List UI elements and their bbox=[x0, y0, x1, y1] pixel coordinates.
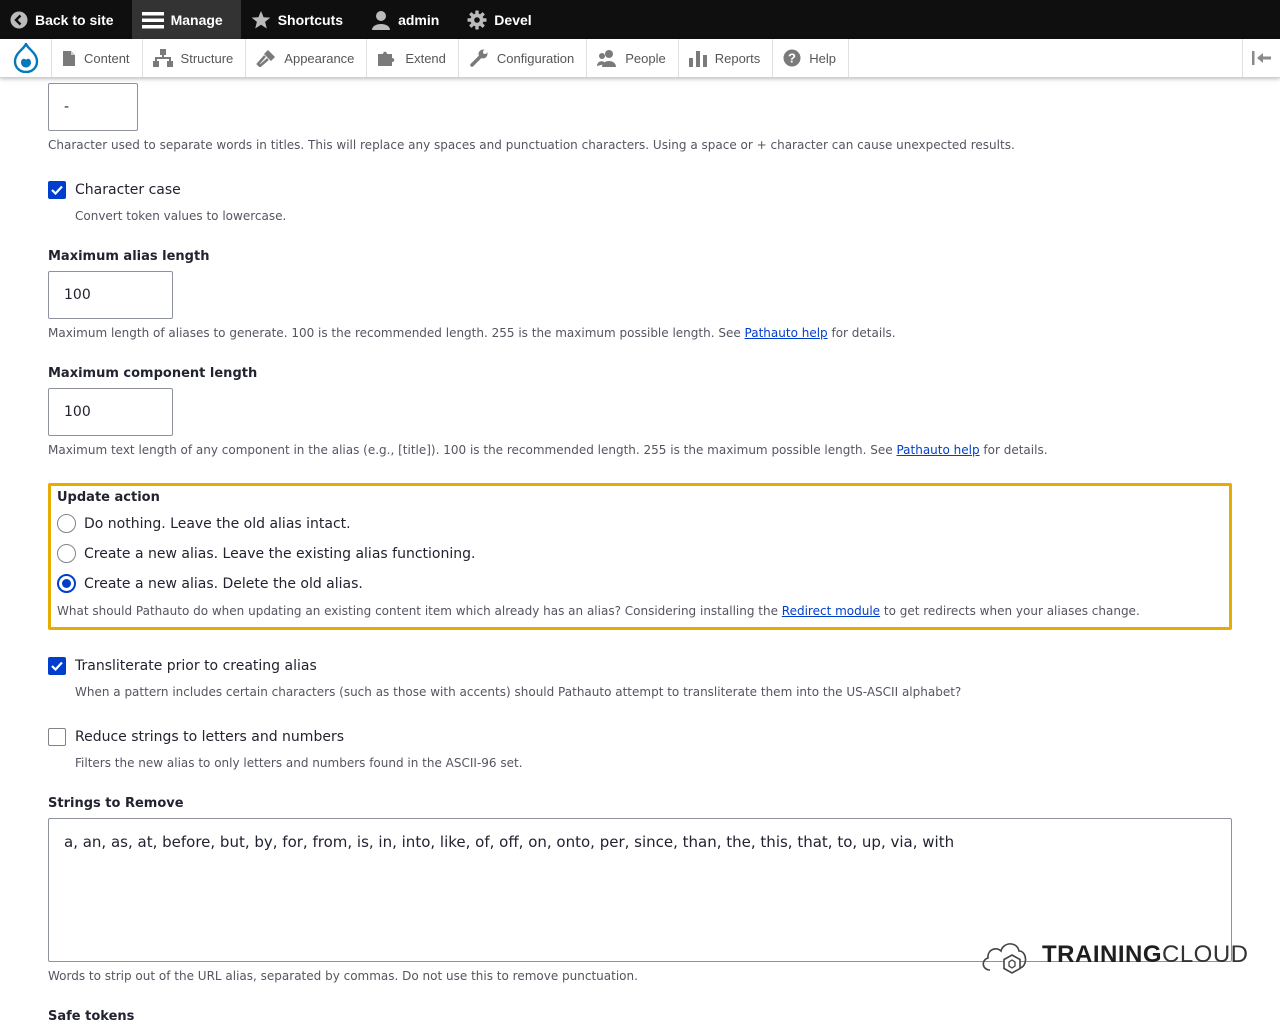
radio-label[interactable]: Create a new alias. Delete the old alias… bbox=[84, 576, 363, 592]
user-tab[interactable]: admin bbox=[361, 0, 457, 39]
menu-item-label: Help bbox=[809, 50, 836, 66]
drupal-logo-icon[interactable] bbox=[0, 39, 52, 77]
menu-item-label: Configuration bbox=[496, 50, 575, 66]
watermark-text-bold: TRAINING bbox=[1042, 941, 1162, 968]
menu-item-reports[interactable]: Reports bbox=[679, 39, 774, 77]
help-icon: ? bbox=[783, 49, 801, 67]
hamburger-icon bbox=[141, 11, 164, 29]
update-action-option: Create a new alias. Delete the old alias… bbox=[57, 574, 363, 593]
max-component-length-input[interactable]: 100 bbox=[48, 388, 173, 436]
training-cloud-watermark: TRAINING CLOUD bbox=[980, 936, 1249, 974]
strings-to-remove-label: Strings to Remove bbox=[48, 796, 184, 811]
cloud-logo-icon bbox=[982, 943, 1027, 974]
puzzle-icon bbox=[378, 51, 395, 66]
reduce-ascii-description: Filters the new alias to only letters an… bbox=[75, 756, 523, 770]
devel-label: Devel bbox=[494, 11, 532, 28]
checkmark-icon bbox=[51, 185, 63, 195]
watermark-text-light: CLOUD bbox=[1162, 941, 1249, 968]
pathauto-help-link[interactable]: Pathauto help bbox=[896, 443, 979, 457]
menu-item-label: Reports bbox=[714, 50, 761, 66]
transliterate-description: When a pattern includes certain characte… bbox=[75, 685, 962, 699]
paint-brush-icon bbox=[256, 50, 276, 67]
reduce-ascii-checkbox[interactable] bbox=[48, 728, 66, 746]
safe-tokens-label: Safe tokens bbox=[48, 1009, 135, 1024]
max-component-length-description: Maximum text length of any component in … bbox=[48, 443, 1048, 457]
transliterate-label[interactable]: Transliterate prior to creating alias bbox=[75, 658, 317, 674]
menu-item-extend[interactable]: Extend bbox=[367, 39, 459, 77]
radio-create-keep-old[interactable] bbox=[57, 544, 76, 563]
update-action-option: Do nothing. Leave the old alias intact. bbox=[57, 514, 351, 533]
update-action-option: Create a new alias. Leave the existing a… bbox=[57, 544, 475, 563]
reduce-ascii-row: Reduce strings to letters and numbers bbox=[48, 728, 344, 746]
admin-menu-tray: Content Structure Appearance Extend Conf… bbox=[0, 39, 1280, 78]
reduce-ascii-label[interactable]: Reduce strings to letters and numbers bbox=[75, 729, 344, 745]
menu-item-content[interactable]: Content bbox=[52, 39, 143, 77]
radio-label[interactable]: Create a new alias. Leave the existing a… bbox=[84, 546, 475, 562]
max-alias-length-description: Maximum length of aliases to generate. 1… bbox=[48, 326, 896, 340]
admin-toolbar: Back to site Manage Shortcuts admin Deve… bbox=[0, 0, 1280, 39]
tray-orientation-toggle[interactable] bbox=[1242, 39, 1280, 77]
menu-item-label: Appearance bbox=[284, 50, 355, 66]
character-case-description: Convert token values to lowercase. bbox=[75, 209, 287, 223]
menu-item-help[interactable]: ? Help bbox=[773, 39, 849, 77]
radio-label[interactable]: Do nothing. Leave the old alias intact. bbox=[84, 516, 351, 532]
back-arrow-icon bbox=[10, 11, 28, 29]
menu-item-label: People bbox=[625, 50, 666, 66]
menu-item-people[interactable]: People bbox=[587, 39, 679, 77]
update-action-fieldset: Update action Do nothing. Leave the old … bbox=[48, 483, 1232, 630]
pathauto-help-link[interactable]: Pathauto help bbox=[745, 326, 828, 340]
menu-item-configuration[interactable]: Configuration bbox=[459, 39, 588, 77]
transliterate-row: Transliterate prior to creating alias bbox=[48, 657, 317, 675]
strings-to-remove-description: Words to strip out of the URL alias, sep… bbox=[48, 969, 638, 983]
user-label: admin bbox=[398, 11, 440, 28]
max-component-length-label: Maximum component length bbox=[48, 366, 258, 381]
radio-create-delete-old[interactable] bbox=[57, 574, 76, 593]
shortcuts-label: Shortcuts bbox=[277, 11, 344, 28]
separator-description: Character used to separate words in titl… bbox=[48, 138, 1015, 152]
separator-input[interactable]: - bbox=[48, 83, 138, 131]
manage-tab[interactable]: Manage bbox=[131, 0, 241, 39]
user-icon bbox=[371, 10, 391, 30]
bar-chart-icon bbox=[688, 51, 707, 67]
max-alias-length-input[interactable]: 100 bbox=[48, 271, 173, 319]
menu-item-label: Content bbox=[84, 50, 130, 66]
star-icon bbox=[251, 10, 271, 30]
menu-item-label: Structure bbox=[180, 50, 234, 66]
back-to-site-label: Back to site bbox=[35, 11, 114, 28]
max-component-length-value: 100 bbox=[64, 404, 91, 420]
svg-text:?: ? bbox=[788, 51, 796, 66]
checkmark-icon bbox=[51, 661, 63, 671]
radio-do-nothing[interactable] bbox=[57, 514, 76, 533]
wrench-icon bbox=[470, 49, 488, 67]
menu-item-label: Extend bbox=[405, 50, 446, 66]
menu-item-appearance[interactable]: Appearance bbox=[246, 39, 368, 77]
structure-icon bbox=[152, 49, 173, 67]
people-icon bbox=[597, 50, 617, 67]
gear-icon bbox=[467, 10, 487, 30]
max-alias-length-value: 100 bbox=[64, 287, 91, 303]
devel-tab[interactable]: Devel bbox=[457, 0, 549, 39]
max-alias-length-label: Maximum alias length bbox=[48, 249, 210, 264]
menu-item-structure[interactable]: Structure bbox=[143, 39, 247, 77]
separator-value: - bbox=[64, 99, 70, 115]
character-case-row: Character case bbox=[48, 181, 181, 199]
shortcuts-tab[interactable]: Shortcuts bbox=[241, 0, 361, 39]
redirect-module-link[interactable]: Redirect module bbox=[782, 604, 880, 618]
transliterate-checkbox[interactable] bbox=[48, 657, 66, 675]
content-icon bbox=[63, 50, 75, 66]
manage-label: Manage bbox=[170, 11, 223, 28]
collapse-left-icon bbox=[1251, 51, 1271, 65]
back-to-site-link[interactable]: Back to site bbox=[0, 0, 132, 39]
update-action-legend: Update action bbox=[57, 490, 160, 505]
update-action-description: What should Pathauto do when updating an… bbox=[57, 604, 1140, 618]
character-case-checkbox[interactable] bbox=[48, 181, 66, 199]
character-case-label[interactable]: Character case bbox=[75, 182, 181, 198]
